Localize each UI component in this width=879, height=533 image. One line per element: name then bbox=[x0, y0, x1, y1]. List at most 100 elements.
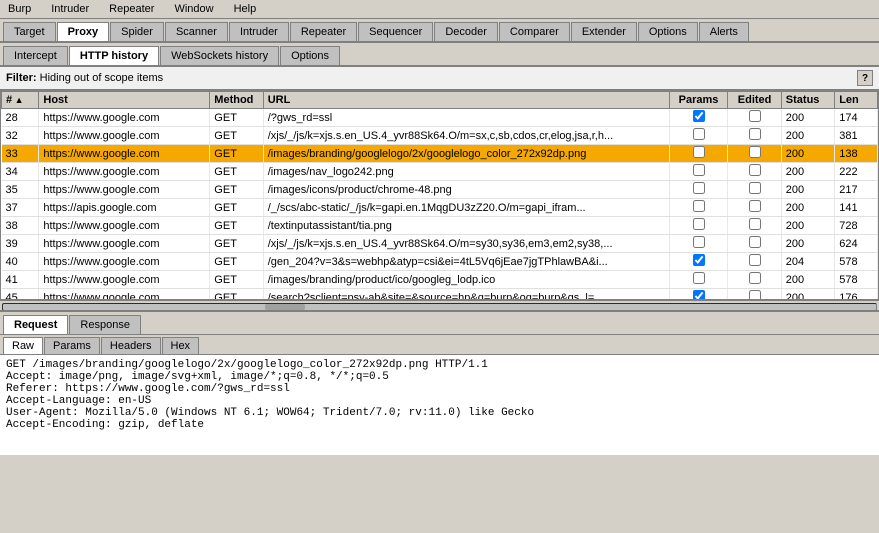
cell-num: 33 bbox=[2, 145, 39, 163]
cell-len: 217 bbox=[835, 181, 878, 199]
cell-edited[interactable] bbox=[728, 235, 781, 253]
tab-params[interactable]: Params bbox=[44, 337, 100, 354]
cell-url: /images/branding/googlelogo/2x/googlelog… bbox=[263, 145, 669, 163]
cell-params[interactable] bbox=[669, 289, 728, 301]
col-header-status[interactable]: Status bbox=[781, 92, 834, 109]
cell-edited[interactable] bbox=[728, 109, 781, 127]
cell-host: https://www.google.com bbox=[39, 217, 210, 235]
table-row[interactable]: 45 https://www.google.com GET /search?sc… bbox=[2, 289, 878, 301]
table-row[interactable]: 32 https://www.google.com GET /xjs/_/js/… bbox=[2, 127, 878, 145]
scroll-thumb[interactable] bbox=[265, 304, 305, 310]
horizontal-scrollbar[interactable] bbox=[0, 300, 879, 310]
table-row[interactable]: 35 https://www.google.com GET /images/ic… bbox=[2, 181, 878, 199]
col-header-num[interactable]: # bbox=[2, 92, 39, 109]
tab-scanner[interactable]: Scanner bbox=[165, 22, 228, 41]
cell-params[interactable] bbox=[669, 145, 728, 163]
cell-host: https://www.google.com bbox=[39, 289, 210, 301]
col-header-host[interactable]: Host bbox=[39, 92, 210, 109]
table-row[interactable]: 33 https://www.google.com GET /images/br… bbox=[2, 145, 878, 163]
cell-params[interactable] bbox=[669, 235, 728, 253]
request-content: GET /images/branding/googlelogo/2x/googl… bbox=[0, 355, 879, 455]
table-row[interactable]: 41 https://www.google.com GET /images/br… bbox=[2, 271, 878, 289]
subtab-options[interactable]: Options bbox=[280, 46, 340, 65]
tab-spider[interactable]: Spider bbox=[110, 22, 164, 41]
tab-hex[interactable]: Hex bbox=[162, 337, 200, 354]
tab-decoder[interactable]: Decoder bbox=[434, 22, 498, 41]
tab-repeater[interactable]: Repeater bbox=[290, 22, 357, 41]
cell-edited[interactable] bbox=[728, 163, 781, 181]
tab-intruder[interactable]: Intruder bbox=[229, 22, 289, 41]
cell-edited[interactable] bbox=[728, 217, 781, 235]
sub-tab-bar: Intercept HTTP history WebSockets histor… bbox=[0, 43, 879, 67]
cell-method: GET bbox=[210, 199, 263, 217]
cell-url: /gen_204?v=3&s=webhp&atyp=csi&ei=4tL5Vq6… bbox=[263, 253, 669, 271]
tab-headers[interactable]: Headers bbox=[101, 337, 161, 354]
tab-raw[interactable]: Raw bbox=[3, 337, 43, 354]
tab-sequencer[interactable]: Sequencer bbox=[358, 22, 433, 41]
tab-response[interactable]: Response bbox=[69, 315, 141, 334]
cell-num: 34 bbox=[2, 163, 39, 181]
cell-edited[interactable] bbox=[728, 127, 781, 145]
cell-num: 40 bbox=[2, 253, 39, 271]
subtab-http-history[interactable]: HTTP history bbox=[69, 46, 159, 65]
tab-proxy[interactable]: Proxy bbox=[57, 22, 110, 41]
cell-url: /?gws_rd=ssl bbox=[263, 109, 669, 127]
cell-edited[interactable] bbox=[728, 271, 781, 289]
cell-params[interactable] bbox=[669, 109, 728, 127]
cell-method: GET bbox=[210, 109, 263, 127]
cell-params[interactable] bbox=[669, 163, 728, 181]
tab-target[interactable]: Target bbox=[3, 22, 56, 41]
cell-len: 141 bbox=[835, 199, 878, 217]
tab-request[interactable]: Request bbox=[3, 315, 68, 334]
bottom-section: Request Response Raw Params Headers Hex … bbox=[0, 310, 879, 455]
cell-edited[interactable] bbox=[728, 181, 781, 199]
tab-comparer[interactable]: Comparer bbox=[499, 22, 570, 41]
cell-params[interactable] bbox=[669, 217, 728, 235]
cell-params[interactable] bbox=[669, 271, 728, 289]
cell-url: /textinputassistant/tia.png bbox=[263, 217, 669, 235]
subtab-intercept[interactable]: Intercept bbox=[3, 46, 68, 65]
filter-value: Hiding out of scope items bbox=[40, 72, 164, 84]
cell-params[interactable] bbox=[669, 127, 728, 145]
cell-url: /xjs/_/js/k=xjs.s.en_US.4_yvr88Sk64.O/m=… bbox=[263, 235, 669, 253]
cell-status: 200 bbox=[781, 109, 834, 127]
cell-status: 200 bbox=[781, 235, 834, 253]
table-row[interactable]: 39 https://www.google.com GET /xjs/_/js/… bbox=[2, 235, 878, 253]
menu-burp[interactable]: Burp bbox=[4, 2, 35, 16]
cell-params[interactable] bbox=[669, 253, 728, 271]
cell-edited[interactable] bbox=[728, 199, 781, 217]
table-row[interactable]: 37 https://apis.google.com GET /_/scs/ab… bbox=[2, 199, 878, 217]
col-header-edited[interactable]: Edited bbox=[728, 92, 781, 109]
cell-url: /xjs/_/js/k=xjs.s.en_US.4_yvr88Sk64.O/m=… bbox=[263, 127, 669, 145]
menu-intruder[interactable]: Intruder bbox=[47, 2, 93, 16]
cell-status: 200 bbox=[781, 217, 834, 235]
menu-window[interactable]: Window bbox=[170, 2, 217, 16]
cell-url: /images/branding/product/ico/googleg_lod… bbox=[263, 271, 669, 289]
table-row[interactable]: 34 https://www.google.com GET /images/na… bbox=[2, 163, 878, 181]
col-header-len[interactable]: Len bbox=[835, 92, 878, 109]
table-row[interactable]: 40 https://www.google.com GET /gen_204?v… bbox=[2, 253, 878, 271]
tab-extender[interactable]: Extender bbox=[571, 22, 637, 41]
table-row[interactable]: 28 https://www.google.com GET /?gws_rd=s… bbox=[2, 109, 878, 127]
cell-host: https://www.google.com bbox=[39, 181, 210, 199]
cell-len: 624 bbox=[835, 235, 878, 253]
col-header-url[interactable]: URL bbox=[263, 92, 669, 109]
tab-alerts[interactable]: Alerts bbox=[699, 22, 749, 41]
cell-params[interactable] bbox=[669, 199, 728, 217]
menu-repeater[interactable]: Repeater bbox=[105, 2, 158, 16]
http-history-table-container[interactable]: # Host Method URL Params Edited Status L… bbox=[0, 90, 879, 300]
tab-options[interactable]: Options bbox=[638, 22, 698, 41]
cell-status: 200 bbox=[781, 199, 834, 217]
cell-edited[interactable] bbox=[728, 253, 781, 271]
cell-edited[interactable] bbox=[728, 289, 781, 301]
cell-edited[interactable] bbox=[728, 145, 781, 163]
scroll-track[interactable] bbox=[2, 303, 877, 311]
col-header-method[interactable]: Method bbox=[210, 92, 263, 109]
col-header-params[interactable]: Params bbox=[669, 92, 728, 109]
cell-method: GET bbox=[210, 289, 263, 301]
menu-help[interactable]: Help bbox=[230, 2, 261, 16]
help-icon[interactable]: ? bbox=[857, 70, 873, 86]
subtab-websockets-history[interactable]: WebSockets history bbox=[160, 46, 279, 65]
cell-params[interactable] bbox=[669, 181, 728, 199]
table-row[interactable]: 38 https://www.google.com GET /textinput… bbox=[2, 217, 878, 235]
